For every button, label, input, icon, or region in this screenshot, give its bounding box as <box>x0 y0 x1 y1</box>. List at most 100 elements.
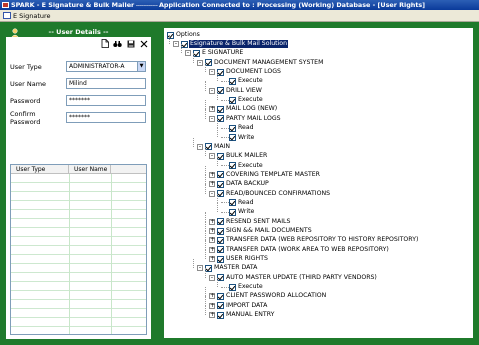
user-type-select[interactable]: ADMINISTRATOR-A ▼ <box>66 61 146 72</box>
password-input[interactable]: ******* <box>66 95 146 106</box>
checkbox[interactable] <box>217 190 224 198</box>
expand-icon[interactable]: + <box>209 218 215 225</box>
tree-node[interactable]: + USER RIGHTS <box>209 255 269 263</box>
tree-node[interactable]: + SIGN && MAIL DOCUMENTS <box>209 227 313 235</box>
expand-icon[interactable]: + <box>209 106 215 113</box>
tree-node[interactable]: Execute <box>221 283 264 291</box>
checkbox[interactable] <box>229 124 236 132</box>
tree-node[interactable]: - MASTER DATA <box>197 264 258 272</box>
users-grid[interactable]: User Type User Name <box>10 164 147 335</box>
checkbox[interactable] <box>217 171 224 179</box>
tree-node[interactable]: Execute <box>221 162 264 170</box>
collapse-icon[interactable]: - <box>197 59 203 66</box>
tree-node[interactable]: - Esignature & Bulk Mail Solution <box>173 40 288 48</box>
tree-connector <box>221 99 229 101</box>
checkbox[interactable] <box>217 236 224 244</box>
confirm-password-input[interactable]: ******* <box>66 112 146 123</box>
chevron-down-icon[interactable]: ▼ <box>137 62 145 71</box>
tree-guide-line <box>205 305 206 316</box>
expand-icon[interactable]: + <box>209 302 215 309</box>
collapse-icon[interactable]: - <box>197 143 203 150</box>
column-header-user-type[interactable]: User Type <box>11 165 69 173</box>
expand-icon[interactable]: + <box>209 312 215 319</box>
user-name-input[interactable]: Milind <box>66 78 146 89</box>
collapse-icon[interactable]: - <box>209 190 215 197</box>
find-icon[interactable] <box>113 39 122 48</box>
collapse-icon[interactable]: - <box>209 153 215 160</box>
checkbox[interactable] <box>217 180 224 188</box>
expand-icon[interactable]: + <box>209 171 215 178</box>
checkbox[interactable] <box>217 246 224 254</box>
tree-node[interactable]: + COVERING TEMPLATE MASTER <box>209 171 321 179</box>
checkbox[interactable] <box>193 49 200 57</box>
checkbox[interactable] <box>229 162 236 170</box>
expand-icon[interactable]: + <box>209 228 215 234</box>
grid-body[interactable] <box>11 174 146 334</box>
checkbox[interactable] <box>217 218 224 226</box>
collapse-icon[interactable]: - <box>197 265 203 272</box>
menu-bar: E Signature <box>0 10 479 22</box>
checkbox[interactable] <box>217 152 224 160</box>
checkbox[interactable] <box>181 40 188 48</box>
checkbox[interactable] <box>229 208 236 216</box>
tree-node[interactable]: Write <box>221 134 255 142</box>
expand-icon[interactable]: + <box>209 256 215 263</box>
checkbox[interactable] <box>229 199 236 207</box>
checkbox[interactable] <box>217 115 224 123</box>
column-header-user-name[interactable]: User Name <box>69 165 111 173</box>
rights-tree[interactable]: Options - Esignature & Bulk Mail Solution… <box>164 28 473 338</box>
checkbox[interactable] <box>229 96 236 104</box>
tree-node[interactable]: + DATA BACKUP <box>209 180 270 188</box>
checkbox[interactable] <box>217 105 224 113</box>
tree-node[interactable]: - DOCUMENT LOGS <box>209 68 282 76</box>
expand-icon[interactable]: + <box>209 181 215 188</box>
tree-node[interactable]: Write <box>221 208 255 216</box>
close-icon[interactable] <box>139 39 148 48</box>
checkbox[interactable] <box>217 68 224 76</box>
checkbox[interactable] <box>217 227 224 235</box>
checkbox[interactable] <box>217 292 224 300</box>
expand-icon[interactable]: + <box>209 237 215 244</box>
tree-root[interactable]: Options <box>167 31 201 39</box>
expand-icon[interactable]: + <box>209 293 215 300</box>
checkbox[interactable] <box>217 255 224 263</box>
checkbox[interactable] <box>205 143 212 151</box>
tree-node[interactable]: + TRANSFER DATA (WEB REPOSITORY TO HISTOR… <box>209 236 419 244</box>
collapse-icon[interactable]: - <box>209 69 215 76</box>
checkbox[interactable] <box>217 274 224 282</box>
tree-node[interactable]: - PARTY MAIL LOGS <box>209 115 282 123</box>
tree-node[interactable]: + MAIL LOG (NEW) <box>209 105 278 113</box>
tree-node[interactable]: Read <box>221 124 255 132</box>
tree-node[interactable]: + CLIENT PASSWORD ALLOCATION <box>209 292 327 300</box>
checkbox[interactable] <box>205 59 212 67</box>
tree-node[interactable]: - DOCUMENT MANAGEMENT SYSTEM <box>197 59 324 67</box>
tree-node[interactable]: Execute <box>221 96 264 104</box>
checkbox[interactable] <box>205 264 212 272</box>
tree-node[interactable]: Execute <box>221 77 264 85</box>
tree-node[interactable]: - AUTO MASTER UPDATE (THIRD PARTY VENDORS… <box>209 274 378 282</box>
save-icon[interactable] <box>126 39 135 48</box>
new-document-icon[interactable] <box>100 39 109 48</box>
checkbox[interactable] <box>229 283 236 291</box>
expand-icon[interactable]: + <box>209 246 215 253</box>
collapse-icon[interactable]: - <box>209 115 215 122</box>
checkbox[interactable] <box>217 302 224 310</box>
tree-guide-line <box>169 34 170 44</box>
tree-guide-line <box>205 174 206 185</box>
collapse-icon[interactable]: - <box>209 274 215 281</box>
tree-node[interactable]: + IMPORT DATA <box>209 302 268 310</box>
tree-node[interactable]: + RESEND SENT MAILS <box>209 218 291 226</box>
tree-node[interactable]: Read <box>221 199 255 207</box>
tree-node[interactable]: - MAIN <box>197 143 231 151</box>
collapse-icon[interactable]: - <box>173 41 179 47</box>
tree-node[interactable]: - READ/BOUNCED CONFIRMATIONS <box>209 190 331 198</box>
tree-node[interactable]: + MANUAL ENTRY <box>209 311 275 319</box>
checkbox[interactable] <box>229 134 236 141</box>
collapse-icon[interactable]: - <box>185 50 191 57</box>
checkbox[interactable] <box>217 311 224 319</box>
tree-node[interactable]: + TRANSFER DATA (WORK AREA TO WEB REPOSIT… <box>209 246 390 254</box>
checkbox[interactable] <box>217 87 224 95</box>
checkbox[interactable] <box>229 77 236 85</box>
collapse-icon[interactable]: - <box>209 87 215 94</box>
menu-item-e-signature[interactable]: E Signature <box>3 12 51 20</box>
